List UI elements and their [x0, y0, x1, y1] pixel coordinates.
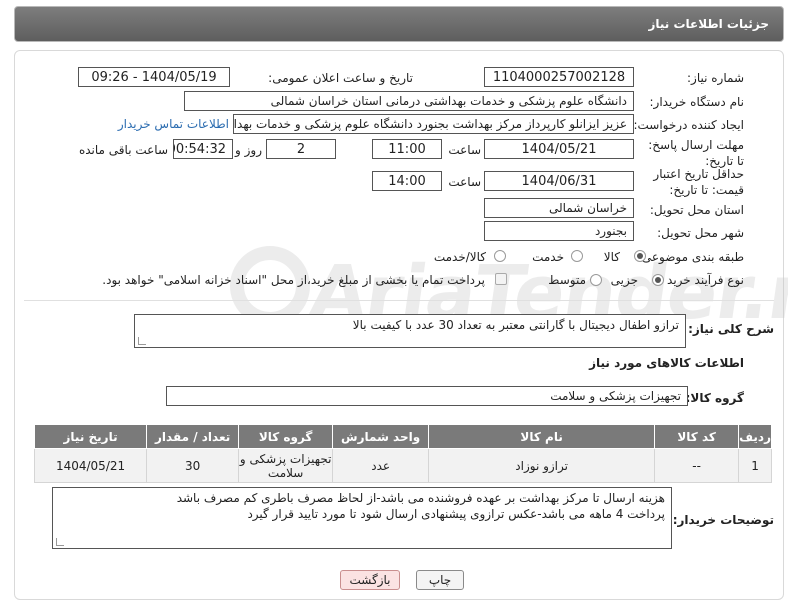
- city-field[interactable]: بجنورد: [484, 221, 634, 241]
- buyer-notes-textarea[interactable]: هزینه ارسال تا مرکز بهداشت بر عهده فروشن…: [52, 487, 672, 549]
- goods-group-label: گروه کالا:: [685, 391, 744, 405]
- resize-handle-icon[interactable]: [138, 337, 146, 345]
- col-date: تاریخ نیاز: [33, 424, 148, 449]
- process-radio-medium[interactable]: [590, 274, 602, 286]
- category-label: طبقه بندی موضوعی:: [637, 250, 744, 264]
- category-both-label: کالا/خدمت: [433, 250, 486, 264]
- contact-buyer-link[interactable]: اطلاعات تماس خریدار: [118, 117, 229, 131]
- cell-date: 1404/05/21: [33, 448, 148, 483]
- category-radio-goods[interactable]: [634, 250, 646, 262]
- cell-group: تجهیزات پزشکی و سلامت: [238, 448, 334, 483]
- reply-date-field[interactable]: 1404/05/21: [484, 139, 634, 159]
- treasury-note: پرداخت تمام یا بخشی از مبلغ خرید،از محل …: [102, 273, 485, 287]
- province-field[interactable]: خراسان شمالی: [484, 198, 634, 218]
- category-radio-service[interactable]: [571, 250, 583, 262]
- price-validity-label: حداقل تاریخ اعتبار قیمت: تا تاریخ:: [653, 167, 744, 197]
- days-label: روز و: [235, 143, 262, 157]
- buyer-notes-label: توضیحات خریدار:: [672, 513, 774, 527]
- price-time-label: ساعت: [448, 175, 481, 189]
- process-minor-label: جزیی: [610, 273, 638, 287]
- col-group: گروه کالا: [238, 424, 334, 449]
- page-header: جزئیات اطلاعات نیاز: [14, 6, 784, 42]
- price-date-field[interactable]: 1404/06/31: [484, 171, 634, 191]
- need-number-field[interactable]: 1104000257002128: [484, 67, 634, 87]
- description-label: شرح کلی نیاز:: [688, 322, 774, 336]
- buyer-org-label: نام دستگاه خریدار:: [649, 95, 745, 109]
- need-number-label: شماره نیاز:: [687, 71, 744, 85]
- buyer-org-field[interactable]: دانشگاه علوم پزشکی و خدمات بهداشتی درمان…: [184, 91, 634, 111]
- table-row[interactable]: 1 -- ترازو نوزاد عدد تجهیزات پزشکی و سلا…: [33, 448, 772, 483]
- description-text: ترازو اطفال دیجیتال با گارانتی معتبر به …: [352, 318, 679, 332]
- cell-name: ترازو نوزاد: [428, 448, 656, 483]
- category-radio-both[interactable]: [494, 250, 506, 262]
- buyer-notes-line-1: هزینه ارسال تا مرکز بهداشت بر عهده فروشن…: [176, 491, 665, 505]
- col-unit: واحد شمارش: [332, 424, 430, 449]
- process-medium-label: متوسط: [548, 273, 586, 287]
- reply-deadline-label: مهلت ارسال پاسخ: تا تاریخ:: [648, 138, 744, 168]
- province-label: استان محل تحویل:: [649, 203, 744, 217]
- description-textarea[interactable]: ترازو اطفال دیجیتال با گارانتی معتبر به …: [134, 314, 686, 348]
- cell-unit: عدد: [332, 448, 430, 483]
- remaining-time-field[interactable]: 00:54:32: [173, 139, 233, 159]
- reply-time-label: ساعت: [448, 143, 481, 157]
- creator-label: ایجاد کننده درخواست:: [633, 118, 744, 132]
- cell-code: --: [654, 448, 740, 483]
- creator-field[interactable]: عزیز ایزانلو کارپرداز مرکز بهداشت بجنورد…: [233, 114, 634, 134]
- remaining-label: ساعت باقی مانده: [78, 143, 168, 157]
- items-table: ردیف کد کالا نام کالا واحد شمارش گروه کا…: [33, 424, 772, 483]
- cell-qty: 30: [146, 448, 240, 483]
- print-button[interactable]: چاپ: [416, 570, 464, 590]
- col-qty: تعداد / مقدار: [146, 424, 240, 449]
- treasury-checkbox[interactable]: [495, 273, 507, 285]
- col-row: ردیف: [738, 424, 772, 449]
- days-field[interactable]: 2: [266, 139, 336, 159]
- category-goods-label: کالا: [603, 250, 620, 264]
- col-code: کد کالا: [654, 424, 740, 449]
- category-service-label: خدمت: [532, 250, 564, 264]
- city-label: شهر محل تحویل:: [657, 226, 744, 240]
- back-button[interactable]: بازگشت: [340, 570, 400, 590]
- page-title: جزئیات اطلاعات نیاز: [648, 17, 769, 31]
- cell-row: 1: [738, 448, 772, 483]
- announce-field[interactable]: 1404/05/19 - 09:26: [78, 67, 230, 87]
- goods-info-title: اطلاعات کالاهای مورد نیاز: [589, 356, 744, 370]
- buyer-notes-line-2: پرداخت 4 ماهه می باشد-عکس ترازوی پیشنهاد…: [247, 507, 665, 521]
- price-time-field[interactable]: 14:00: [372, 171, 442, 191]
- process-radio-minor[interactable]: [652, 274, 664, 286]
- announce-label: تاریخ و ساعت اعلان عمومی:: [268, 71, 413, 85]
- col-name: نام کالا: [428, 424, 656, 449]
- resize-handle-icon[interactable]: [56, 538, 64, 546]
- reply-time-field[interactable]: 11:00: [372, 139, 442, 159]
- process-label: نوع فرآیند خرید :: [659, 273, 744, 287]
- divider: [24, 300, 774, 301]
- table-header-row: ردیف کد کالا نام کالا واحد شمارش گروه کا…: [33, 424, 772, 449]
- goods-group-field[interactable]: تجهیزات پزشکی و سلامت: [166, 386, 688, 406]
